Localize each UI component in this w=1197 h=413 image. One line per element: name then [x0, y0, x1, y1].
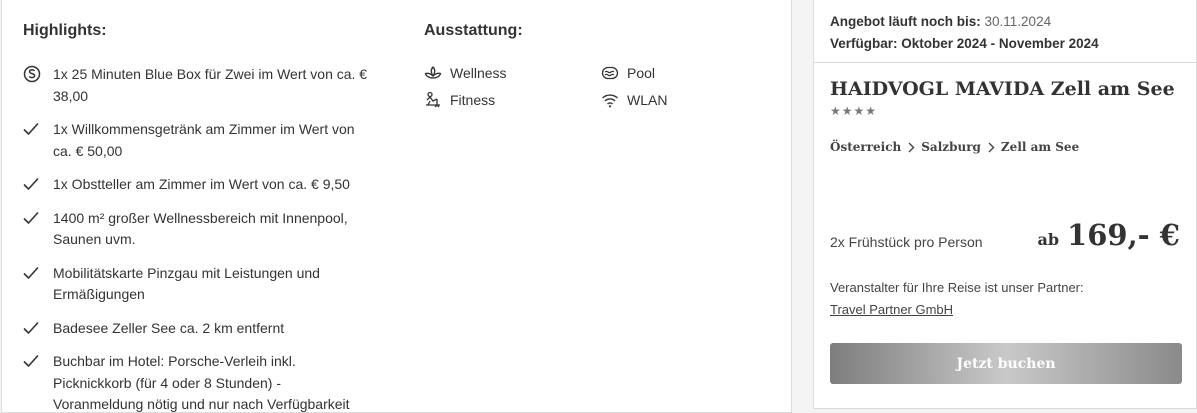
hotel-name[interactable]: HAIDVOGL MAVIDA Zell am See [830, 78, 1175, 100]
price: ab 169,- € [1037, 218, 1180, 252]
amenity-label: Wellness [450, 65, 507, 81]
offer-availability-value: Oktober 2024 - November 2024 [901, 36, 1099, 51]
amenity-wellness: Wellness [424, 62, 507, 84]
highlight-text: Buchbar im Hotel: Porsche-Verleih inkl. … [53, 353, 350, 412]
breadcrumb: Österreich Salzburg Zell am See [830, 140, 1079, 154]
offer-expiry-value: 30.11.2024 [984, 14, 1052, 29]
offer-availability-label: Verfügbar: [830, 36, 898, 51]
highlight-text: 1400 m² großer Wellnessbereich mit Innen… [53, 209, 348, 248]
board-type: 2x Frühstück pro Person [830, 234, 983, 250]
star-rating: ★★★★ [830, 104, 878, 118]
highlight-item: 1x Obstteller am Zimmer im Wert von ca. … [23, 174, 368, 196]
amenity-label: WLAN [627, 92, 668, 108]
offer-expiry-label: Angebot läuft noch bis: [830, 14, 981, 29]
breadcrumb-city[interactable]: Zell am See [1001, 140, 1079, 154]
highlight-item: 1400 m² großer Wellnessbereich mit Innen… [23, 208, 368, 251]
amenity-pool: Pool [601, 62, 655, 84]
lotus-icon [424, 65, 450, 81]
highlight-text: 1x 25 Minuten Blue Box für Zwei im Wert … [53, 66, 368, 104]
check-icon [23, 263, 53, 283]
partner-link[interactable]: Travel Partner GmbH [830, 302, 953, 317]
check-icon [23, 208, 53, 228]
highlight-item: Badesee Zeller See ca. 2 km entfernt [23, 318, 368, 340]
highlight-text: Badesee Zeller See ca. 2 km entfernt [53, 319, 285, 336]
highlights-list: 1x 25 Minuten Blue Box für Zwei im Wert … [23, 64, 368, 413]
fitness-icon [424, 91, 450, 109]
amenity-fitness: Fitness [424, 89, 495, 111]
pool-icon [601, 65, 627, 81]
highlight-item: 1x Willkommensgetränk am Zimmer im Wert … [23, 119, 368, 162]
book-button[interactable]: Jetzt buchen [830, 343, 1182, 384]
offer-expiry: Angebot läuft noch bis: 30.11.2024 [830, 14, 1051, 29]
special-offer-icon [23, 64, 53, 84]
wifi-icon [601, 92, 627, 108]
highlight-text: 1x Obstteller am Zimmer im Wert von ca. … [53, 176, 350, 192]
partner-text: Veranstalter für Ihre Reise ist unser Pa… [830, 280, 1084, 295]
chevron-right-icon [908, 142, 915, 153]
amenity-wlan: WLAN [601, 89, 667, 111]
offer-card: Angebot läuft noch bis: 30.11.2024 Verfü… [813, 0, 1197, 409]
check-icon [23, 174, 53, 194]
amenities-title: Ausstattung: [424, 22, 523, 39]
amenity-label: Fitness [450, 92, 496, 108]
highlight-item: Mobilitätskarte Pinzgau mit Leistungen u… [23, 263, 368, 306]
breadcrumb-country[interactable]: Österreich [830, 140, 901, 154]
check-icon [23, 318, 53, 338]
details-card: Highlights: 1x 25 Minuten Blue Box für Z… [1, 0, 792, 413]
highlight-item: 1x 25 Minuten Blue Box für Zwei im Wert … [23, 64, 368, 107]
price-value: 169,- € [1067, 218, 1180, 252]
divider [814, 62, 1196, 63]
highlight-text: 1x Willkommensgetränk am Zimmer im Wert … [53, 121, 355, 159]
price-prefix: ab [1037, 230, 1060, 249]
amenity-label: Pool [627, 65, 656, 81]
breadcrumb-region[interactable]: Salzburg [921, 140, 981, 154]
check-icon [23, 119, 53, 139]
highlight-item: Buchbar im Hotel: Porsche-Verleih inkl. … [23, 351, 368, 413]
check-icon [23, 351, 53, 371]
highlights-title: Highlights: [23, 22, 107, 39]
chevron-right-icon [988, 142, 995, 153]
highlight-text: Mobilitätskarte Pinzgau mit Leistungen u… [53, 264, 320, 303]
offer-availability: Verfügbar: Oktober 2024 - November 2024 [830, 36, 1099, 51]
